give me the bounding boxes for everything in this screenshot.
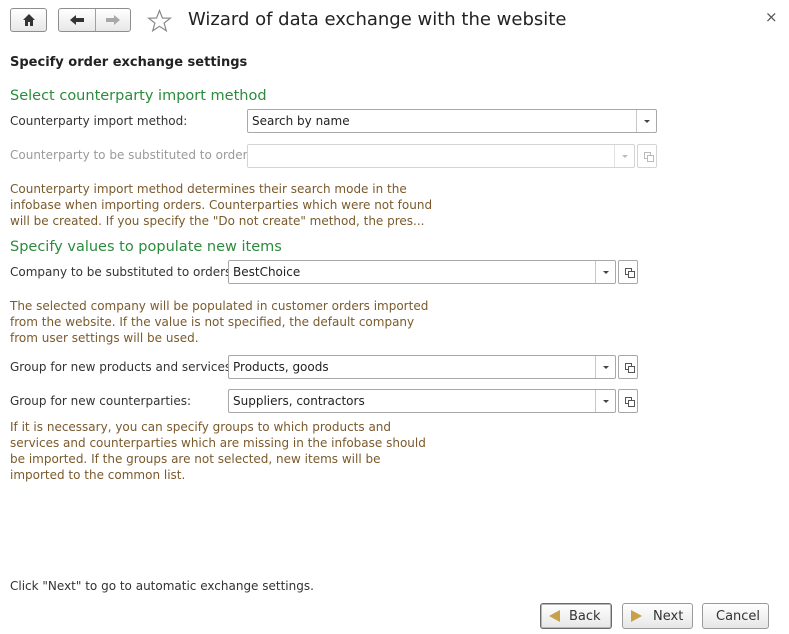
back-arrow-icon xyxy=(549,610,560,622)
chevron-down-icon[interactable] xyxy=(636,110,656,132)
back-button[interactable]: Back xyxy=(540,603,612,629)
next-arrow-icon xyxy=(631,610,642,622)
groups-note: If it is necessary, you can specify grou… xyxy=(10,420,426,482)
section-title-populate: Specify values to populate new items xyxy=(10,239,282,255)
footer-hint: Click "Next" to go to automatic exchange… xyxy=(10,579,314,593)
counterparty-method-value: Search by name xyxy=(252,114,350,128)
counterparties-group-select[interactable]: Suppliers, contractors xyxy=(228,389,616,413)
counterparty-substitute-open-button[interactable] xyxy=(637,144,657,168)
products-group-label: Group for new products and services: xyxy=(10,360,236,374)
section-title-import: Select counterparty import method xyxy=(10,88,267,104)
next-button[interactable]: Next xyxy=(622,603,693,629)
counterparties-group-open-button[interactable] xyxy=(618,389,638,413)
back-arrow-icon xyxy=(70,15,84,25)
star-icon[interactable] xyxy=(147,9,172,33)
page-heading: Specify order exchange settings xyxy=(10,55,248,70)
chevron-down-icon[interactable] xyxy=(614,145,634,167)
counterparty-method-select[interactable]: Search by name xyxy=(247,109,657,133)
products-group-select[interactable]: Products, goods xyxy=(228,355,616,379)
counterparty-method-label: Counterparty import method: xyxy=(10,114,188,128)
counterparty-substitute-field[interactable] xyxy=(247,144,635,168)
chevron-down-icon[interactable] xyxy=(595,356,615,378)
company-value: BestChoice xyxy=(233,265,301,279)
company-label: Company to be substituted to orders: xyxy=(10,265,236,279)
home-icon xyxy=(23,14,35,26)
chevron-down-icon[interactable] xyxy=(595,261,615,283)
counterparty-substitute-label: Counterparty to be substituted to orders… xyxy=(10,148,258,162)
cancel-button[interactable]: Cancel xyxy=(702,603,769,629)
company-note: The selected company will be populated i… xyxy=(10,299,429,345)
products-group-value: Products, goods xyxy=(233,360,329,374)
company-select[interactable]: BestChoice xyxy=(228,260,616,284)
chevron-down-icon[interactable] xyxy=(595,390,615,412)
company-open-button[interactable] xyxy=(618,260,638,284)
close-icon[interactable]: × xyxy=(765,8,778,26)
import-method-note: Counterparty import method determines th… xyxy=(10,182,433,228)
forward-nav-button[interactable] xyxy=(96,9,131,31)
nav-arrows-group xyxy=(58,8,131,32)
products-group-open-button[interactable] xyxy=(618,355,638,379)
back-nav-button[interactable] xyxy=(59,9,96,31)
counterparties-group-value: Suppliers, contractors xyxy=(233,394,365,408)
window-title: Wizard of data exchange with the website xyxy=(188,9,567,30)
counterparties-group-label: Group for new counterparties: xyxy=(10,394,192,408)
home-button[interactable] xyxy=(10,8,47,32)
forward-arrow-icon xyxy=(106,15,120,25)
